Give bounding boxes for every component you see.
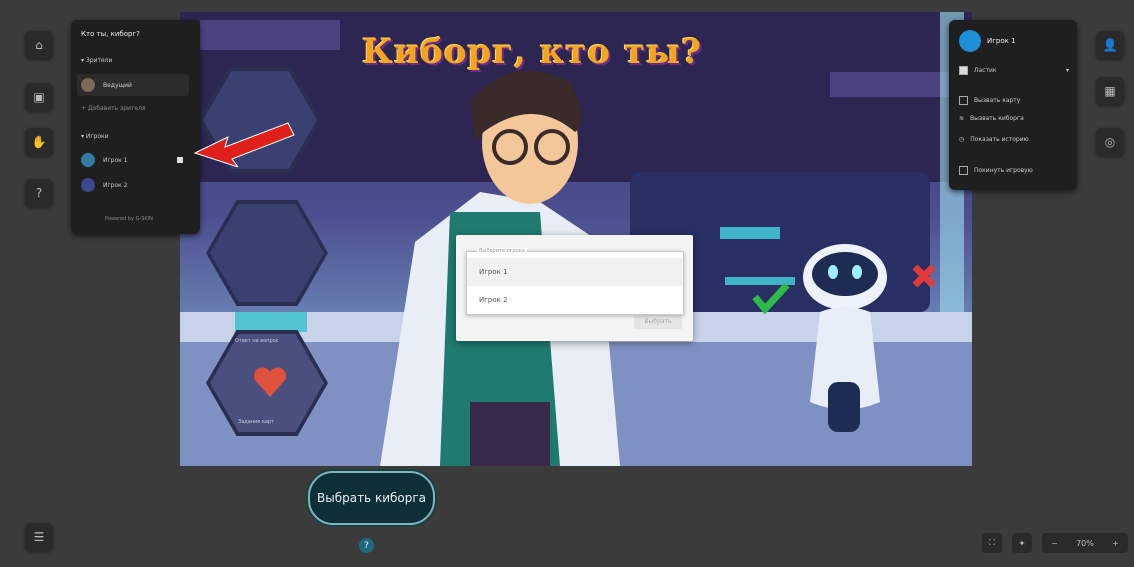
heart-icon (254, 367, 286, 397)
question-icon: ? (35, 186, 43, 200)
expand-icon: ⛶ (989, 538, 995, 547)
zoom-control: − 70% + (1042, 533, 1128, 553)
player-select-dropdown[interactable]: Выберите игрока Игрок 1 Игрок 2 (466, 248, 684, 315)
section-spectators[interactable]: ▾ Зрители (81, 57, 112, 64)
confirm-button[interactable]: Выбрать (634, 313, 682, 329)
clock-icon: ◷ (959, 136, 965, 143)
exit-icon (959, 166, 968, 175)
help-button[interactable]: ? (359, 538, 374, 553)
choose-cyborg-button[interactable]: Выбрать киборга (308, 471, 435, 525)
player-row-1[interactable]: Игрок 1 (77, 150, 189, 170)
bell-icon: ◎ (1104, 135, 1116, 149)
hex-label-1: Ответ на вопрос (235, 338, 279, 344)
menu-item-call-card[interactable]: Вызвать карту (959, 96, 1020, 105)
player-row-2[interactable]: Игрок 2 (77, 178, 127, 192)
players-panel: Кто ты, киборг? ▾ Зрители Ведущий + Доба… (71, 20, 200, 234)
gear-icon: ✦ (1018, 538, 1026, 548)
hex-label-2: Задание карт (238, 419, 275, 425)
tools-button[interactable]: ✋ (25, 128, 53, 156)
panel-title: Кто ты, киборг? (81, 30, 140, 38)
player-menu-icon[interactable] (177, 157, 183, 163)
menu-item-call-cyborg[interactable]: ≋ Вызвать киборга (959, 115, 1024, 122)
cards-button[interactable]: ▣ (25, 83, 53, 111)
game-title: Киборг, кто ты? (362, 32, 702, 72)
avatar (959, 30, 981, 52)
help-rail-button[interactable]: ? (25, 179, 53, 207)
eraser-option[interactable]: Ластик ▾ (959, 66, 1069, 75)
home-icon: ⌂ (35, 38, 43, 52)
settings-button[interactable]: ✦ (1012, 533, 1032, 553)
dropdown-option-1[interactable]: Игрок 1 (467, 258, 683, 286)
user-header[interactable]: Игрок 1 (959, 30, 1016, 52)
menu-item-history[interactable]: ◷ Показать историю (959, 136, 1029, 143)
eraser-icon (959, 66, 968, 75)
avatar (81, 78, 95, 92)
cards-icon: ▣ (33, 90, 45, 104)
profile-button[interactable]: 👤 (1096, 31, 1124, 59)
chat-button[interactable]: ☰ (25, 523, 53, 551)
home-button[interactable]: ⌂ (25, 31, 53, 59)
user-icon: 👤 (1102, 38, 1118, 52)
zoom-in-button[interactable]: + (1112, 539, 1119, 548)
avatar (81, 178, 95, 192)
image-icon: ▦ (1104, 84, 1116, 98)
card-icon (959, 96, 968, 105)
hand-icon: ✋ (31, 135, 47, 149)
notifications-button[interactable]: ◎ (1096, 128, 1124, 156)
fit-screen-button[interactable]: ⛶ (982, 533, 1002, 553)
chat-icon: ☰ (33, 530, 45, 544)
zoom-out-button[interactable]: − (1051, 539, 1058, 548)
dropdown-option-2[interactable]: Игрок 2 (467, 286, 683, 314)
wifi-icon: ≋ (959, 115, 965, 122)
user-menu-panel: Игрок 1 Ластик ▾ Вызвать карту ≋ Вызвать … (949, 20, 1077, 190)
zoom-level: 70% (1076, 538, 1094, 548)
select-label: Выберите игрока (477, 248, 527, 254)
powered-by: Powered by G-SKIN (105, 216, 153, 222)
spectator-row[interactable]: Ведущий (77, 74, 189, 96)
add-spectator-link[interactable]: + Добавить зрителя (81, 105, 146, 112)
arrow-icon (193, 122, 295, 167)
menu-item-leave[interactable]: Покинуть игровую (959, 166, 1033, 175)
section-players[interactable]: ▾ Игроки (81, 133, 109, 140)
avatar (81, 153, 95, 167)
chevron-down-icon: ▾ (1065, 67, 1069, 74)
gallery-button[interactable]: ▦ (1096, 77, 1124, 105)
